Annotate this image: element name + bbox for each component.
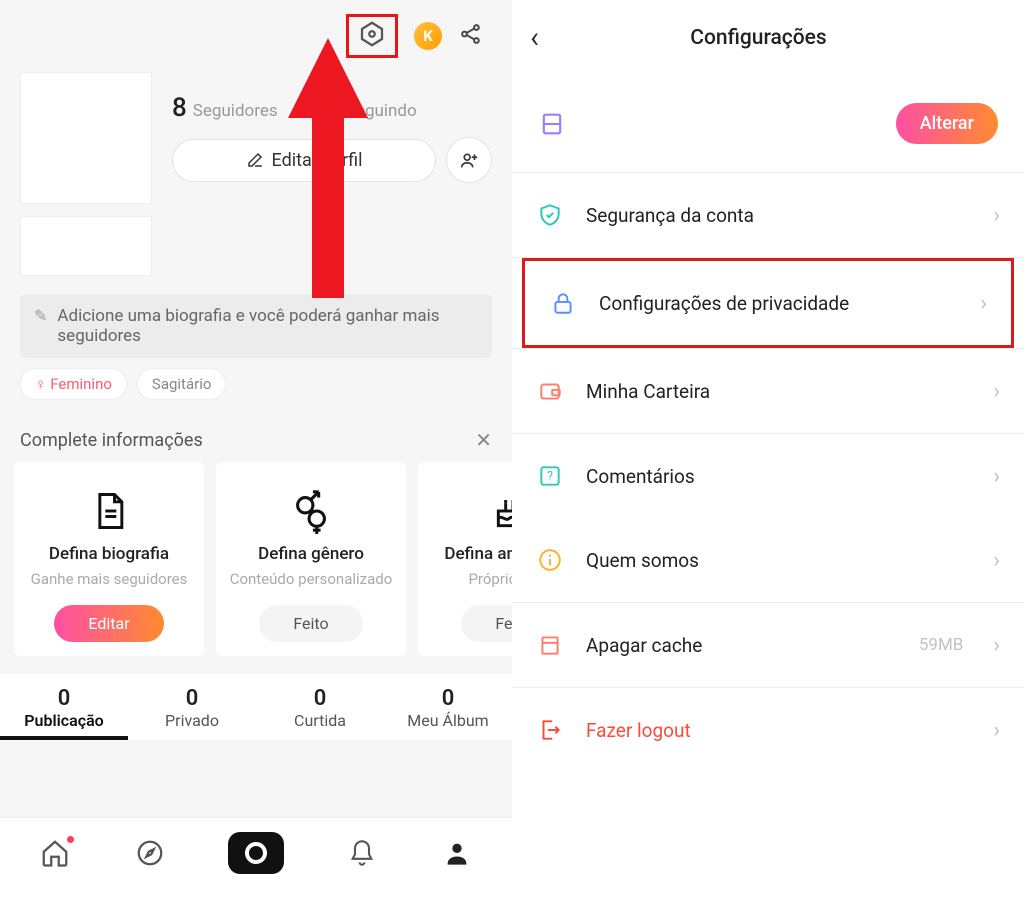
tab-publicacao[interactable]: 0Publicação <box>0 674 128 740</box>
item-label: Quem somos <box>586 549 971 572</box>
card-bio: Defina biografia Ganhe mais seguidores E… <box>14 462 204 656</box>
nav-camera-button[interactable] <box>228 832 284 874</box>
wallet-icon <box>536 377 564 405</box>
tag-gender[interactable]: ♀Feminino <box>20 368 127 400</box>
settings-list: Segurança da conta › Configurações de pr… <box>512 173 1024 772</box>
item-privacy-settings[interactable]: Configurações de privacidade › <box>525 261 1011 345</box>
stat-followers[interactable]: 8 Seguidores <box>172 93 278 123</box>
logout-icon <box>536 716 564 744</box>
complete-info-header: Complete informações ✕ <box>0 414 512 460</box>
document-icon <box>87 484 131 538</box>
chevron-right-icon: › <box>993 548 1000 573</box>
add-friend-button[interactable] <box>446 137 492 183</box>
shield-icon <box>536 201 564 229</box>
gender-icon <box>288 484 334 538</box>
item-clear-cache[interactable]: Apagar cache 59MB › <box>512 603 1024 687</box>
pencil-icon: ✎ <box>34 306 47 325</box>
edit-profile-button[interactable]: Editar perfil <box>172 139 436 182</box>
close-icon[interactable]: ✕ <box>475 428 492 452</box>
card-gender: Defina gênero Conteúdo personalizado Fei… <box>216 462 406 656</box>
tag-gender-label: Feminino <box>50 375 112 393</box>
coin-icon[interactable]: K <box>414 22 442 50</box>
nav-explore-icon[interactable] <box>133 836 167 870</box>
card-title: Defina gênero <box>258 544 364 564</box>
share-icon[interactable] <box>458 21 484 51</box>
settings-title: Configurações <box>539 26 978 50</box>
profile-tags: ♀Feminino Sagitário <box>0 368 512 414</box>
item-label: Configurações de privacidade <box>599 292 958 315</box>
card-birthday: Defina aniversário Próprio signo Feito <box>418 462 512 656</box>
nav-notifications-icon[interactable] <box>345 836 379 870</box>
lock-icon <box>549 289 577 317</box>
card-sub: Próprio signo <box>468 570 512 589</box>
stat-following[interactable]: 10seguindo <box>312 93 417 123</box>
card-sub: Ganhe mais seguidores <box>31 570 188 589</box>
female-icon: ♀ <box>35 375 46 393</box>
item-label: Comentários <box>586 465 971 488</box>
item-logout[interactable]: Fazer logout › <box>512 688 1024 772</box>
tag-sign[interactable]: Sagitário <box>137 368 227 400</box>
settings-header: ‹ Configurações <box>512 0 1024 75</box>
profile-screen: K 8 Seguidores 10seguindo Editar perfil <box>0 0 512 898</box>
item-label: Fazer logout <box>586 719 971 742</box>
chevron-right-icon: › <box>993 718 1000 743</box>
chevron-right-icon: › <box>993 633 1000 658</box>
following-label: seguindo <box>347 101 417 121</box>
back-icon[interactable]: ‹ <box>530 20 539 55</box>
theme-icon <box>538 110 566 138</box>
item-label: Minha Carteira <box>586 380 971 403</box>
profile-row: 8 Seguidores 10seguindo Editar perfil <box>0 66 512 210</box>
following-count: 10 <box>312 93 342 123</box>
tab-privado[interactable]: 0Privado <box>128 674 256 740</box>
bio-hint[interactable]: ✎ Adicione uma biografia e você poderá g… <box>20 294 492 358</box>
nav-home-icon[interactable] <box>38 836 72 870</box>
followers-count: 8 <box>172 93 187 123</box>
bio-hint-text: Adicione uma biografia e você poderá gan… <box>57 306 478 346</box>
theme-row: Alterar <box>512 75 1024 172</box>
complete-info-title: Complete informações <box>20 430 203 451</box>
username-block <box>20 216 152 276</box>
chevron-right-icon: › <box>993 379 1000 404</box>
tag-sign-label: Sagitário <box>152 375 212 393</box>
followers-label: Seguidores <box>193 101 278 121</box>
item-label: Apagar cache <box>586 634 897 657</box>
item-label: Segurança da conta <box>586 204 971 227</box>
chevron-right-icon: › <box>993 203 1000 228</box>
complete-info-cards: Defina biografia Ganhe mais seguidores E… <box>0 460 512 658</box>
settings-screen: ‹ Configurações Alterar Segurança da con… <box>512 0 1024 898</box>
card-title: Defina aniversário <box>444 544 512 564</box>
question-icon: ? <box>536 462 564 490</box>
card-title: Defina biografia <box>49 544 169 564</box>
settings-icon[interactable] <box>357 19 387 53</box>
coin-letter: K <box>423 27 433 45</box>
item-account-security[interactable]: Segurança da conta › <box>512 173 1024 257</box>
privacy-highlight-box: Configurações de privacidade › <box>522 258 1014 348</box>
trash-icon <box>536 631 564 659</box>
tab-curtida[interactable]: 0Curtida <box>256 674 384 740</box>
settings-highlight-box <box>346 14 398 58</box>
chevron-right-icon: › <box>993 464 1000 489</box>
nav-profile-icon[interactable] <box>440 836 474 870</box>
cake-icon <box>491 484 512 538</box>
item-about[interactable]: Quem somos › <box>512 518 1024 602</box>
top-icons: K <box>0 0 512 66</box>
card-cta-feito[interactable]: Feito <box>461 605 512 642</box>
edit-profile-label: Editar perfil <box>272 150 363 171</box>
card-sub: Conteúdo personalizado <box>230 570 393 589</box>
card-cta-feito[interactable]: Feito <box>259 605 362 642</box>
avatar[interactable] <box>20 72 152 204</box>
alterar-button[interactable]: Alterar <box>896 103 998 144</box>
info-icon <box>536 546 564 574</box>
cache-size: 59MB <box>919 635 964 655</box>
tab-meu-album[interactable]: 0Meu Álbum <box>384 674 512 740</box>
bottom-nav <box>0 817 512 898</box>
card-cta-editar[interactable]: Editar <box>54 605 163 642</box>
chevron-right-icon: › <box>980 291 987 316</box>
item-wallet[interactable]: Minha Carteira › <box>512 349 1024 433</box>
content-tabs: 0Publicação 0Privado 0Curtida 0Meu Álbum <box>0 674 512 740</box>
svg-text:?: ? <box>547 469 553 484</box>
item-comments[interactable]: ? Comentários › <box>512 434 1024 518</box>
stats: 8 Seguidores 10seguindo <box>172 93 492 123</box>
